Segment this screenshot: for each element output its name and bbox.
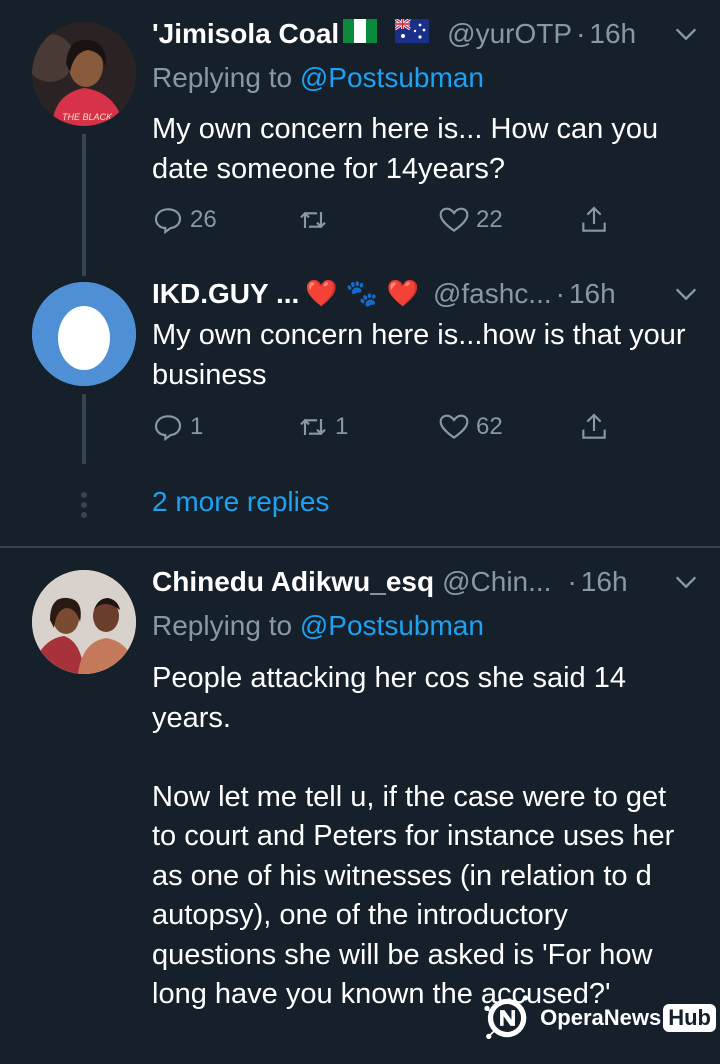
thread-line <box>82 394 86 464</box>
chevron-down-icon[interactable] <box>672 20 700 48</box>
tweet-header: 'Jimisola Coal @yurOTP · 16h <box>152 14 700 54</box>
avatar[interactable] <box>32 282 136 386</box>
operanews-logo-icon <box>484 995 529 1039</box>
avatar[interactable] <box>32 570 136 674</box>
display-name[interactable]: IKD.GUY ... <box>152 278 299 310</box>
divider <box>0 546 720 548</box>
separator-dot: · <box>555 278 565 309</box>
avatar[interactable]: THE BLACK <box>32 22 136 126</box>
retweet-count: 1 <box>335 413 349 440</box>
separator-dot: · <box>567 566 577 597</box>
retweet-button[interactable]: 1 <box>297 411 348 443</box>
avatar-image <box>32 570 136 674</box>
more-replies-link[interactable]: 2 more replies <box>152 486 329 518</box>
australia-flag-icon <box>394 17 430 50</box>
replying-to: Replying to @Postsubman <box>152 610 484 642</box>
retweet-icon <box>300 211 326 229</box>
handle[interactable]: @Chin... <box>442 566 551 598</box>
handle[interactable]: @fashc... <box>433 278 552 310</box>
like-count: 62 <box>476 413 503 440</box>
more-replies-dots <box>80 492 88 522</box>
reply-count: 26 <box>190 206 217 233</box>
name-emoji: ❤️ 🐾 ❤️ <box>305 279 419 309</box>
replying-to: Replying to @Postsubman <box>152 62 484 94</box>
display-name[interactable]: Chinedu Adikwu_esq <box>152 566 434 598</box>
thread-line-top <box>82 256 86 276</box>
reply-icon <box>154 208 182 235</box>
display-name[interactable]: 'Jimisola Coal <box>152 18 339 50</box>
like-button[interactable]: 22 <box>438 204 503 236</box>
tweet-header: IKD.GUY ... ❤️ 🐾 ❤️ @fashc... · 16h <box>152 274 700 314</box>
timestamp[interactable]: 16h <box>569 278 616 310</box>
avatar-image: THE BLACK <box>32 22 136 126</box>
chevron-down-icon[interactable] <box>672 568 700 596</box>
separator-dot: · <box>576 18 586 49</box>
reply-button[interactable]: 1 <box>152 411 203 443</box>
tweet-text: My own concern here is...how is that you… <box>152 319 686 391</box>
watermark-hub-badge: Hub <box>663 1004 716 1032</box>
operanews-watermark: OperaNews Hub <box>480 978 716 1058</box>
tweet-text: My own concern here is... How can you da… <box>152 113 659 185</box>
handle[interactable]: @yurOTP <box>447 18 572 50</box>
reply-icon <box>154 415 182 442</box>
retweet-icon <box>300 418 326 436</box>
action-bar: 1 1 62 <box>152 411 622 447</box>
retweet-button[interactable] <box>297 204 335 236</box>
thread-line <box>82 134 86 274</box>
tweet-header: Chinedu Adikwu_esq @Chin... · 16h <box>152 562 700 602</box>
like-count: 22 <box>476 206 503 233</box>
mention-link[interactable]: @Postsubman <box>300 62 484 93</box>
share-button[interactable] <box>578 204 610 236</box>
replying-label: Replying to <box>152 610 300 641</box>
timestamp[interactable]: 16h <box>581 566 628 598</box>
mention-link[interactable]: @Postsubman <box>300 610 484 641</box>
share-button[interactable] <box>578 411 610 443</box>
svg-text:THE BLACK: THE BLACK <box>62 112 113 122</box>
like-button[interactable]: 62 <box>438 411 503 443</box>
egg-avatar-icon <box>32 282 136 386</box>
replying-label: Replying to <box>152 62 300 93</box>
action-bar: 26 22 <box>152 204 622 240</box>
timestamp[interactable]: 16h <box>589 18 636 50</box>
watermark-brand: OperaNews <box>540 1005 662 1030</box>
chevron-down-icon[interactable] <box>672 280 700 308</box>
heart-icon <box>439 207 469 232</box>
tweet-text: People attacking her cos she said 14 yea… <box>152 662 675 1010</box>
share-icon <box>582 413 606 439</box>
reply-count: 1 <box>190 413 204 440</box>
reply-button[interactable]: 26 <box>152 204 217 236</box>
share-icon <box>582 206 606 232</box>
heart-icon <box>439 414 469 439</box>
nigeria-flag-icon <box>343 18 378 50</box>
